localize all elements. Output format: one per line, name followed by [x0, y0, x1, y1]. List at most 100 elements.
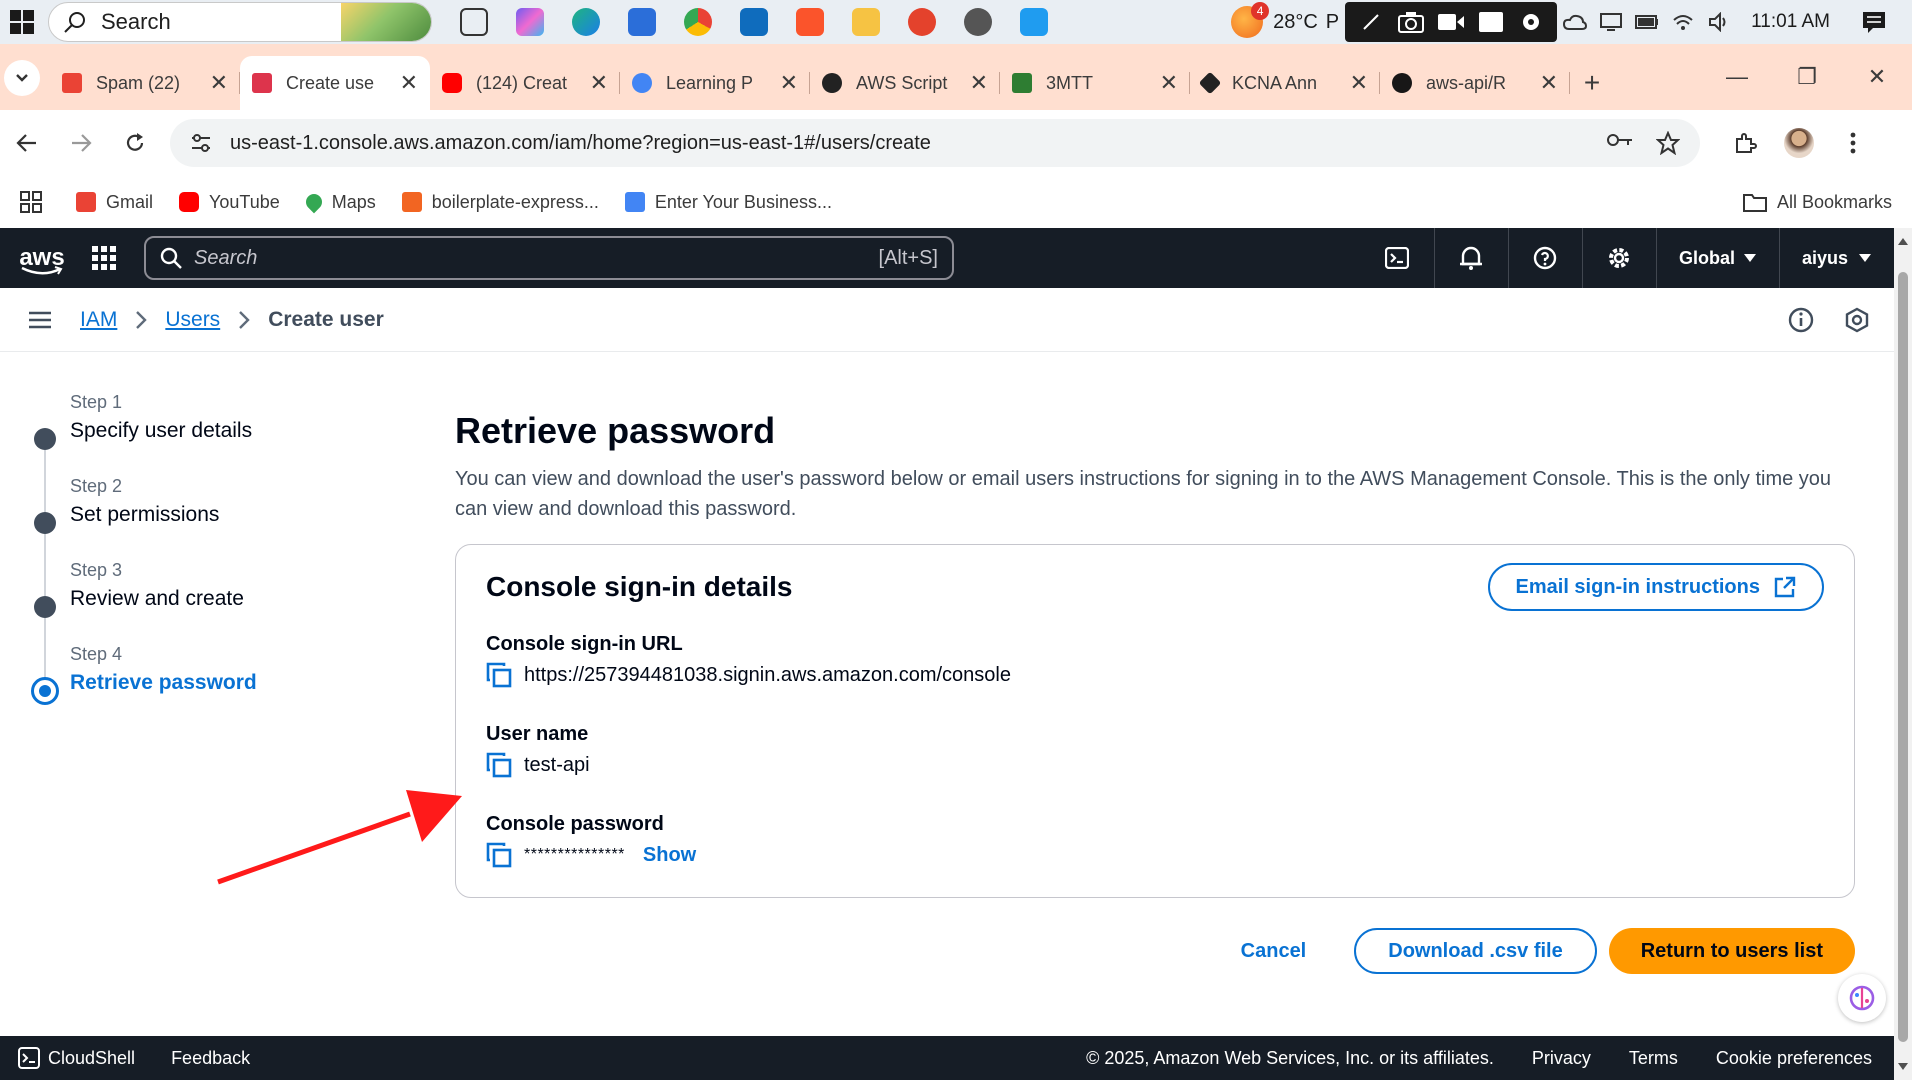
return-to-users-button[interactable]: Return to users list	[1608, 928, 1855, 974]
gear-icon[interactable]	[1511, 6, 1551, 38]
browser-tab[interactable]: AWS Script ✕	[810, 56, 1000, 110]
browser-tab[interactable]: aws-api/R ✕	[1380, 56, 1570, 110]
windows-start-icon[interactable]	[0, 0, 44, 44]
star-icon[interactable]	[1656, 131, 1680, 155]
bookmark-gmail[interactable]: Gmail	[76, 192, 153, 213]
taskbar-outlook-icon[interactable]	[726, 0, 782, 44]
bookmark-youtube[interactable]: YouTube	[179, 192, 280, 213]
scroll-down-icon[interactable]	[1898, 1063, 1908, 1070]
apps-grid-icon[interactable]	[20, 191, 42, 213]
taskbar-vscode-icon[interactable]	[1006, 0, 1062, 44]
region-selector[interactable]: Global	[1657, 228, 1779, 288]
feedback-link[interactable]: Feedback	[171, 1048, 250, 1069]
breadcrumb-users-link[interactable]: Users	[165, 308, 220, 332]
chrome-menu-button[interactable]	[1826, 116, 1880, 170]
wizard-step-2[interactable]: Step 2 Set permissions	[30, 476, 390, 596]
side-nav-toggle[interactable]	[0, 288, 80, 352]
ai-assistant-button[interactable]	[1838, 974, 1886, 1022]
profile-avatar[interactable]	[1772, 116, 1826, 170]
breadcrumb-iam-link[interactable]: IAM	[80, 308, 117, 332]
close-window-icon[interactable]: ✕	[1842, 44, 1912, 110]
taskbar-search-box[interactable]: Search	[48, 2, 432, 42]
close-tab-icon[interactable]: ✕	[210, 70, 228, 96]
account-menu[interactable]: aiyus	[1778, 228, 1894, 288]
page-scrollbar[interactable]	[1894, 228, 1912, 1080]
scrollbar-thumb[interactable]	[1898, 272, 1908, 1042]
copy-icon[interactable]	[486, 842, 512, 868]
taskbar-brave-icon[interactable]	[782, 0, 838, 44]
clock[interactable]: 11:01 AM	[1751, 11, 1830, 33]
browser-tab[interactable]: Learning P ✕	[620, 56, 810, 110]
terms-link[interactable]: Terms	[1629, 1048, 1678, 1069]
copy-icon[interactable]	[486, 752, 512, 778]
taskbar-store-icon[interactable]	[614, 0, 670, 44]
show-password-link[interactable]: Show	[643, 844, 696, 867]
hexagon-icon[interactable]	[1844, 307, 1870, 333]
close-tab-icon[interactable]: ✕	[1160, 70, 1178, 96]
info-icon[interactable]	[1788, 307, 1814, 333]
site-settings-icon[interactable]	[190, 133, 212, 153]
taskbar-settings-icon[interactable]	[950, 0, 1006, 44]
taskbar-explorer-icon[interactable]	[838, 0, 894, 44]
bookmark-business[interactable]: Enter Your Business...	[624, 192, 832, 213]
taskbar-chrome-icon[interactable]	[670, 0, 726, 44]
restore-icon[interactable]: ❐	[1772, 44, 1842, 110]
copy-icon[interactable]	[486, 662, 512, 688]
cancel-button[interactable]: Cancel	[1241, 940, 1307, 963]
notifications-icon[interactable]	[1856, 0, 1892, 44]
cloudshell-footer-button[interactable]: CloudShell	[18, 1047, 135, 1069]
settings-button[interactable]	[1583, 228, 1657, 288]
tab-search-button[interactable]	[0, 56, 44, 100]
video-camera-icon[interactable]	[1431, 6, 1471, 38]
wizard-step-1[interactable]: Step 1 Specify user details	[30, 392, 390, 512]
browser-tab[interactable]: Spam (22) ✕	[50, 56, 240, 110]
all-bookmarks-button[interactable]: All Bookmarks	[1742, 192, 1892, 213]
close-tab-icon[interactable]: ✕	[590, 70, 608, 96]
cloudshell-button[interactable]	[1361, 228, 1435, 288]
cookie-preferences-link[interactable]: Cookie preferences	[1716, 1048, 1872, 1069]
reload-button[interactable]	[108, 116, 162, 170]
close-tab-icon[interactable]: ✕	[1350, 70, 1368, 96]
wifi-icon[interactable]	[1665, 0, 1701, 44]
services-grid-icon[interactable]	[84, 228, 124, 288]
browser-tab-active[interactable]: Create use ✕	[240, 56, 430, 110]
notifications-button[interactable]	[1435, 228, 1509, 288]
url-text[interactable]: us-east-1.console.aws.amazon.com/iam/hom…	[230, 132, 931, 155]
email-signin-instructions-button[interactable]: Email sign-in instructions	[1487, 563, 1824, 611]
scroll-up-icon[interactable]	[1898, 238, 1908, 245]
battery-icon[interactable]	[1629, 0, 1665, 44]
back-button[interactable]	[0, 116, 54, 170]
close-tab-icon[interactable]: ✕	[400, 70, 418, 96]
wizard-step-4[interactable]: Step 4 Retrieve password	[30, 644, 390, 728]
browser-tab[interactable]: (124) Creat ✕	[430, 56, 620, 110]
browser-tab[interactable]: 3MTT ✕	[1000, 56, 1190, 110]
address-bar[interactable]: us-east-1.console.aws.amazon.com/iam/hom…	[170, 119, 1700, 167]
extensions-button[interactable]	[1718, 116, 1772, 170]
key-icon[interactable]	[1606, 131, 1634, 149]
bookmark-boilerplate[interactable]: boilerplate-express...	[401, 192, 599, 213]
close-tab-icon[interactable]: ✕	[1540, 70, 1558, 96]
camera-icon[interactable]	[1391, 6, 1431, 38]
weather-widget[interactable]: 4 28°C P	[1231, 2, 1339, 38]
download-csv-button[interactable]: Download .csv file	[1354, 928, 1597, 974]
help-button[interactable]	[1509, 228, 1583, 288]
new-tab-button[interactable]: +	[1570, 56, 1614, 110]
close-tab-icon[interactable]: ✕	[780, 70, 798, 96]
pen-icon[interactable]	[1351, 6, 1391, 38]
aws-search-input[interactable]: Search [Alt+S]	[144, 236, 954, 280]
minimize-icon[interactable]: —	[1702, 44, 1772, 110]
privacy-link[interactable]: Privacy	[1532, 1048, 1591, 1069]
volume-icon[interactable]	[1701, 0, 1737, 44]
bookmark-maps[interactable]: Maps	[302, 190, 376, 214]
wizard-step-3[interactable]: Step 3 Review and create	[30, 560, 390, 680]
forward-button[interactable]	[54, 116, 108, 170]
onedrive-icon[interactable]	[1557, 0, 1593, 44]
window-capture-icon[interactable]	[1471, 6, 1511, 38]
taskbar-widgets-icon[interactable]	[446, 0, 502, 44]
taskbar-copilot-icon[interactable]	[502, 0, 558, 44]
close-tab-icon[interactable]: ✕	[970, 70, 988, 96]
taskbar-edge-icon[interactable]	[558, 0, 614, 44]
aws-logo[interactable]: aws	[0, 228, 84, 288]
browser-tab[interactable]: KCNA Ann ✕	[1190, 56, 1380, 110]
taskbar-office-icon[interactable]	[894, 0, 950, 44]
